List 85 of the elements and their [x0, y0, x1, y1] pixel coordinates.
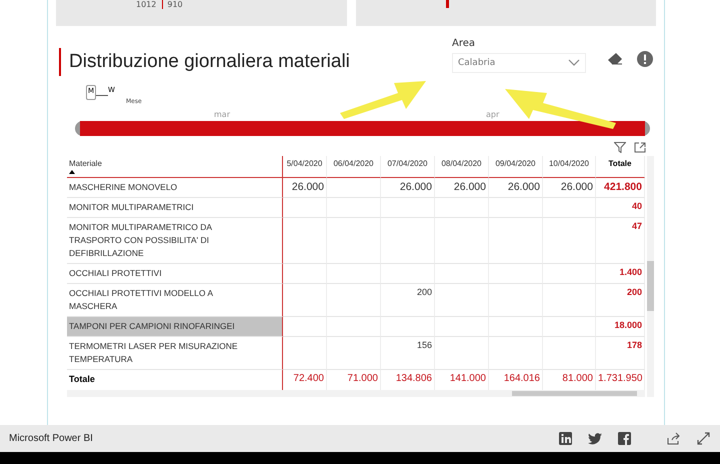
table-cell: 26.000 — [283, 178, 327, 198]
twitter-icon[interactable] — [588, 432, 602, 444]
table-cell: 47 — [596, 218, 645, 264]
column-header[interactable]: 10/04/2020 — [543, 156, 596, 178]
bar-marker — [446, 0, 448, 8]
table-cell: 18.000 — [596, 317, 645, 337]
kpi-text: 1012 — [136, 0, 156, 9]
table-cell — [435, 317, 489, 337]
table-cell — [283, 317, 327, 337]
table-cell — [543, 284, 596, 317]
table-cell — [327, 198, 381, 218]
table-cell — [489, 284, 543, 317]
table-cell: 26.000 — [489, 178, 543, 198]
table-cell — [489, 198, 543, 218]
column-header[interactable]: Materiale — [67, 156, 283, 178]
facebook-icon[interactable] — [618, 432, 631, 445]
table-cell — [283, 284, 327, 317]
table-cell: 200 — [381, 284, 435, 317]
brand-name: Microsoft Power BI — [9, 433, 93, 444]
table-cell — [327, 264, 381, 284]
table-cell — [327, 317, 381, 337]
table-cell — [543, 337, 596, 370]
table-cell: 1.400 — [596, 264, 645, 284]
visual-title: Distribuzione giornaliera materiali — [59, 48, 439, 76]
table-cell: 178 — [596, 337, 645, 370]
horizontal-scrollbar[interactable] — [67, 390, 645, 397]
table-cell — [327, 218, 381, 264]
month-label: apr — [486, 110, 500, 121]
row-label[interactable]: MONITOR MULTIPARAMETRICI — [67, 198, 283, 218]
table-cell — [327, 178, 381, 198]
table-cell — [435, 337, 489, 370]
table-cell: 156 — [381, 337, 435, 370]
row-label[interactable]: MASCHERINE MONOVELO — [67, 178, 283, 198]
row-label[interactable]: TAMPONI PER CAMPIONI RINOFARINGEI — [67, 317, 283, 337]
table-cell — [327, 284, 381, 317]
sort-ascending-icon — [69, 170, 75, 174]
table-cell — [489, 218, 543, 264]
column-header[interactable]: 08/04/2020 — [435, 156, 489, 178]
table-cell — [489, 337, 543, 370]
table-cell — [435, 218, 489, 264]
table-cell — [543, 264, 596, 284]
table-cell — [381, 317, 435, 337]
vertical-scrollbar[interactable] — [647, 156, 654, 397]
table-cell: 26.000 — [435, 178, 489, 198]
column-header[interactable]: 09/04/2020 — [489, 156, 543, 178]
table-cell: 200 — [596, 284, 645, 317]
chevron-down-icon — [568, 59, 580, 67]
kpi-value: 910 — [162, 0, 183, 9]
month-label: mar — [214, 110, 230, 121]
table-cell — [327, 337, 381, 370]
linkedin-icon[interactable] — [559, 432, 572, 445]
eraser-icon[interactable] — [607, 52, 623, 66]
column-header[interactable]: 5/04/2020 — [283, 156, 327, 178]
area-label: Area — [452, 38, 476, 49]
expand-icon[interactable] — [634, 142, 646, 153]
table-cell — [381, 264, 435, 284]
column-header[interactable]: Totale — [596, 156, 645, 178]
table-cell — [435, 198, 489, 218]
row-label[interactable]: TERMOMETRI LASER PER MISURAZIONE TEMPERATURA — [67, 337, 283, 370]
area-dropdown[interactable]: Calabria — [452, 53, 586, 73]
row-label[interactable]: OCCHIALI PROTETTIVI — [67, 264, 283, 284]
table-cell: 40 — [596, 198, 645, 218]
filter-icon[interactable] — [614, 142, 626, 153]
table-cell: 26.000 — [381, 178, 435, 198]
fullscreen-icon[interactable] — [697, 432, 710, 445]
info-icon[interactable] — [637, 51, 653, 67]
table-cell: 26.000 — [543, 178, 596, 198]
table-cell — [489, 317, 543, 337]
row-label[interactable]: MONITOR MULTIPARAMETRICO DA TRASPORTO CON POSSIBILITA' DI DEFIBRILLAZIONE — [67, 218, 283, 264]
column-header[interactable]: 07/04/2020 — [381, 156, 435, 178]
table-cell: 421.800 — [596, 178, 645, 198]
table-cell — [435, 284, 489, 317]
table-cell — [435, 264, 489, 284]
table-cell — [283, 337, 327, 370]
table-cell — [283, 264, 327, 284]
table-cell — [543, 317, 596, 337]
table-cell — [543, 198, 596, 218]
table-cell — [283, 218, 327, 264]
table-cell — [381, 218, 435, 264]
table-cell — [543, 218, 596, 264]
table-cell — [381, 198, 435, 218]
column-header[interactable]: 06/04/2020 — [327, 156, 381, 178]
table-cell — [283, 198, 327, 218]
table-cell — [489, 264, 543, 284]
share-icon[interactable] — [667, 432, 681, 445]
